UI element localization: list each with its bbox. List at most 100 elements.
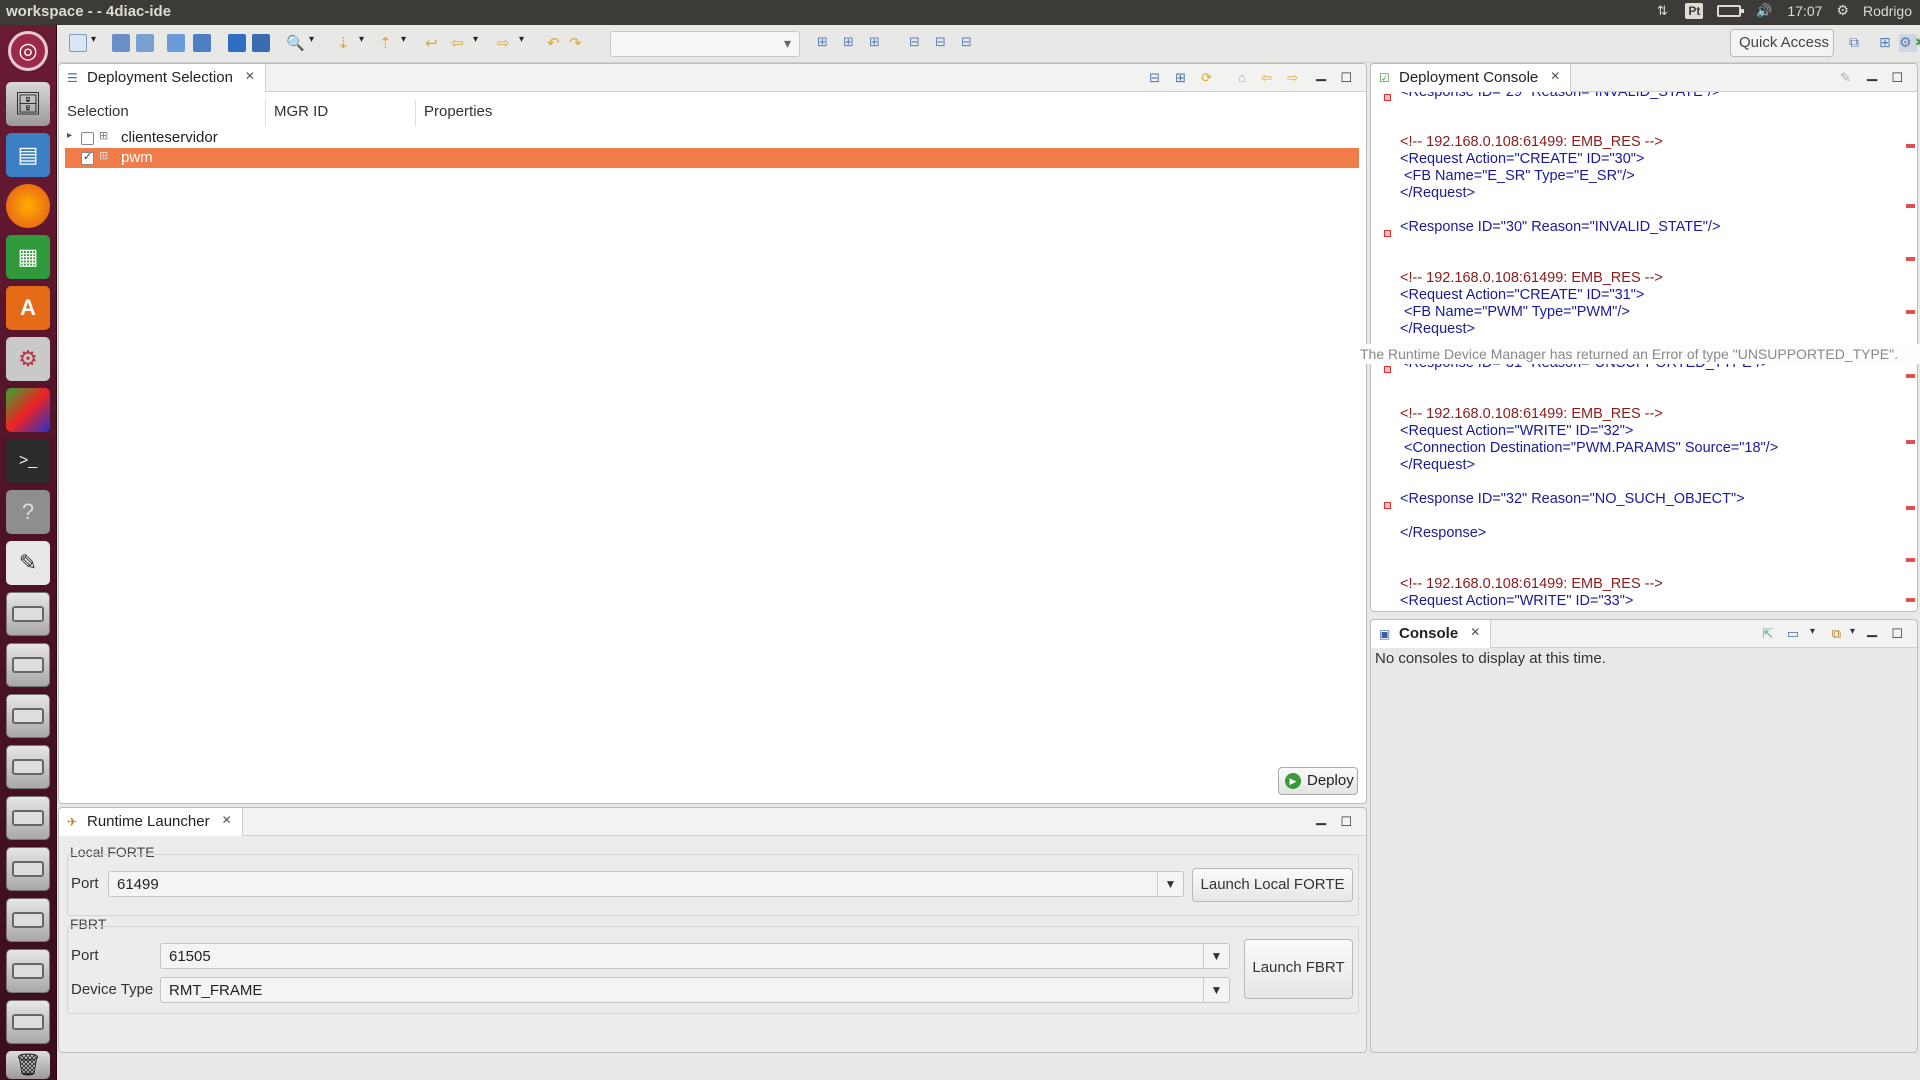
launch-local-forte-button[interactable]: Launch Local FORTE xyxy=(1192,868,1353,902)
fbrt-port-combo[interactable]: 61505 ▼ xyxy=(160,943,1230,969)
new-icon[interactable] xyxy=(69,34,87,52)
terminal-icon[interactable]: >_ xyxy=(6,439,50,483)
drive-icon[interactable] xyxy=(6,847,50,891)
previous-annotation-icon[interactable]: ⇡ xyxy=(379,34,397,52)
minimize-icon[interactable]: ▁ xyxy=(1316,810,1326,826)
close-icon[interactable]: ✕ xyxy=(245,69,255,92)
local-port-combo[interactable]: 61499 ▼ xyxy=(108,871,1184,897)
minimize-icon[interactable]: ▁ xyxy=(1316,66,1326,82)
forward-icon[interactable]: ⇨ xyxy=(497,34,515,52)
align-middle-icon[interactable]: ⊟ xyxy=(935,34,953,52)
back-icon[interactable]: ⇦ xyxy=(1261,70,1272,86)
tree-row-clienteservidor[interactable]: ▸ ⊞ clienteservidor xyxy=(65,128,1359,148)
tab-deployment-selection[interactable]: ☰ Deployment Selection ✕ xyxy=(59,64,266,92)
save-all-icon[interactable] xyxy=(136,34,154,52)
chevron-down-icon[interactable]: ▼ xyxy=(1157,872,1183,896)
collapse-all-icon[interactable]: ⊟ xyxy=(1149,70,1160,86)
settings-gear-icon[interactable]: ⚙ xyxy=(1836,2,1849,19)
column-header-mgr-id[interactable]: MGR ID xyxy=(266,100,416,126)
deployment-checkbox[interactable] xyxy=(81,150,94,165)
save-icon[interactable] xyxy=(112,34,130,52)
quick-access-field[interactable]: Quick Access xyxy=(1730,29,1834,57)
overview-error-marker[interactable] xyxy=(1906,440,1915,444)
drive-icon[interactable] xyxy=(6,898,50,942)
pin-console-icon[interactable]: ⇱ xyxy=(1762,626,1773,642)
application-icon[interactable] xyxy=(193,34,211,52)
overview-error-marker[interactable] xyxy=(1906,374,1915,378)
align-center-icon[interactable]: ⊞ xyxy=(843,34,861,52)
drive-icon[interactable] xyxy=(6,745,50,789)
drive-icon[interactable] xyxy=(6,949,50,993)
overview-error-marker[interactable] xyxy=(1906,257,1915,261)
tab-console[interactable]: ▣ Console ✕ xyxy=(1371,620,1492,648)
drive-icon[interactable] xyxy=(6,1000,50,1044)
drive-icon[interactable] xyxy=(6,694,50,738)
deploy-button[interactable]: ▶ Deploy xyxy=(1278,767,1358,795)
text-editor-icon[interactable]: ✎ xyxy=(6,541,50,585)
calc-icon[interactable]: ▦ xyxy=(6,235,50,279)
drive-icon[interactable] xyxy=(6,592,50,636)
battery-icon[interactable] xyxy=(1717,4,1745,17)
display-console-dropdown-icon[interactable]: ▾ xyxy=(1810,626,1815,637)
overview-error-marker[interactable] xyxy=(1906,144,1915,148)
writer-icon[interactable]: ▤ xyxy=(6,133,50,177)
firefox-icon[interactable] xyxy=(6,184,50,228)
open-perspective-icon[interactable]: ⧉ xyxy=(1849,34,1867,52)
home-icon[interactable]: ⌂ xyxy=(1238,70,1246,85)
maximize-icon[interactable]: ☐ xyxy=(1891,70,1903,86)
drive-icon[interactable] xyxy=(6,643,50,687)
open-console-dropdown-icon[interactable]: ▾ xyxy=(1850,626,1855,637)
user-name[interactable]: Rodrigo xyxy=(1863,3,1912,19)
download-icon[interactable] xyxy=(252,34,270,52)
device-type-combo[interactable]: RMT_FRAME ▼ xyxy=(160,977,1230,1003)
align-right-icon[interactable]: ⊞ xyxy=(869,34,887,52)
deploy-icon[interactable] xyxy=(228,34,246,52)
tree-row-pwm[interactable]: ⊞ pwm xyxy=(65,148,1359,168)
system-configuration-icon[interactable] xyxy=(167,34,185,52)
minimize-icon[interactable]: ▁ xyxy=(1867,66,1877,82)
files-icon[interactable]: 🗄 xyxy=(6,82,50,126)
toolbar-combo[interactable] xyxy=(610,31,800,57)
next-annotation-icon[interactable]: ⇣ xyxy=(337,34,355,52)
expand-all-icon[interactable]: ⊞ xyxy=(1175,70,1186,86)
refresh-icon[interactable]: ⟳ xyxy=(1201,70,1212,86)
search-icon[interactable]: 🔍 xyxy=(286,34,305,52)
error-marker-icon[interactable] xyxy=(1384,366,1391,373)
maximize-icon[interactable]: ☐ xyxy=(1340,70,1352,86)
column-header-selection[interactable]: Selection xyxy=(59,100,266,126)
expand-arrow-icon[interactable]: ▸ xyxy=(67,130,72,141)
open-console-icon[interactable]: ⧉ xyxy=(1832,626,1841,642)
error-marker-icon[interactable] xyxy=(1384,230,1391,237)
redo-icon[interactable]: ↷ xyxy=(569,34,587,52)
overview-error-marker[interactable] xyxy=(1906,598,1915,602)
align-bottom-icon[interactable]: ⊟ xyxy=(961,34,979,52)
launch-fbrt-button[interactable]: Launch FBRT xyxy=(1244,939,1353,999)
error-marker-icon[interactable] xyxy=(1384,94,1391,101)
keyboard-layout-indicator[interactable]: Pt xyxy=(1685,2,1704,19)
tab-runtime-launcher[interactable]: ✈ Runtime Launcher ✕ xyxy=(59,808,243,836)
back-dropdown-icon[interactable]: ▾ xyxy=(473,34,483,52)
previous-annotation-dropdown-icon[interactable]: ▾ xyxy=(401,34,411,52)
overview-error-marker[interactable] xyxy=(1906,506,1915,510)
close-icon[interactable]: ✕ xyxy=(222,813,232,836)
last-edit-location-icon[interactable]: ↩ xyxy=(425,34,443,52)
back-icon[interactable]: ⇦ xyxy=(451,34,469,52)
settings-icon[interactable]: ⚙ xyxy=(6,337,50,381)
forward-icon[interactable]: ⇨ xyxy=(1287,70,1298,86)
column-header-properties[interactable]: Properties xyxy=(416,100,716,126)
software-center-icon[interactable]: A xyxy=(6,286,50,330)
close-icon[interactable]: ✕ xyxy=(1550,69,1560,92)
volume-icon[interactable]: 🔊 xyxy=(1755,3,1773,19)
close-icon[interactable]: ✕ xyxy=(1470,625,1480,648)
display-console-icon[interactable]: ▭ xyxy=(1787,626,1799,642)
4diac-icon[interactable] xyxy=(6,388,50,432)
forward-dropdown-icon[interactable]: ▾ xyxy=(519,34,529,52)
clear-console-icon[interactable]: ✎ xyxy=(1840,70,1851,86)
align-top-icon[interactable]: ⊟ xyxy=(909,34,927,52)
trash-icon[interactable]: 🗑 xyxy=(6,1051,50,1079)
network-icon[interactable]: ⇅ xyxy=(1653,3,1671,19)
chevron-down-icon[interactable]: ▼ xyxy=(1203,944,1229,968)
align-left-icon[interactable]: ⊞ xyxy=(817,34,835,52)
minimize-icon[interactable]: ▁ xyxy=(1867,622,1877,638)
next-annotation-dropdown-icon[interactable]: ▾ xyxy=(359,34,369,52)
